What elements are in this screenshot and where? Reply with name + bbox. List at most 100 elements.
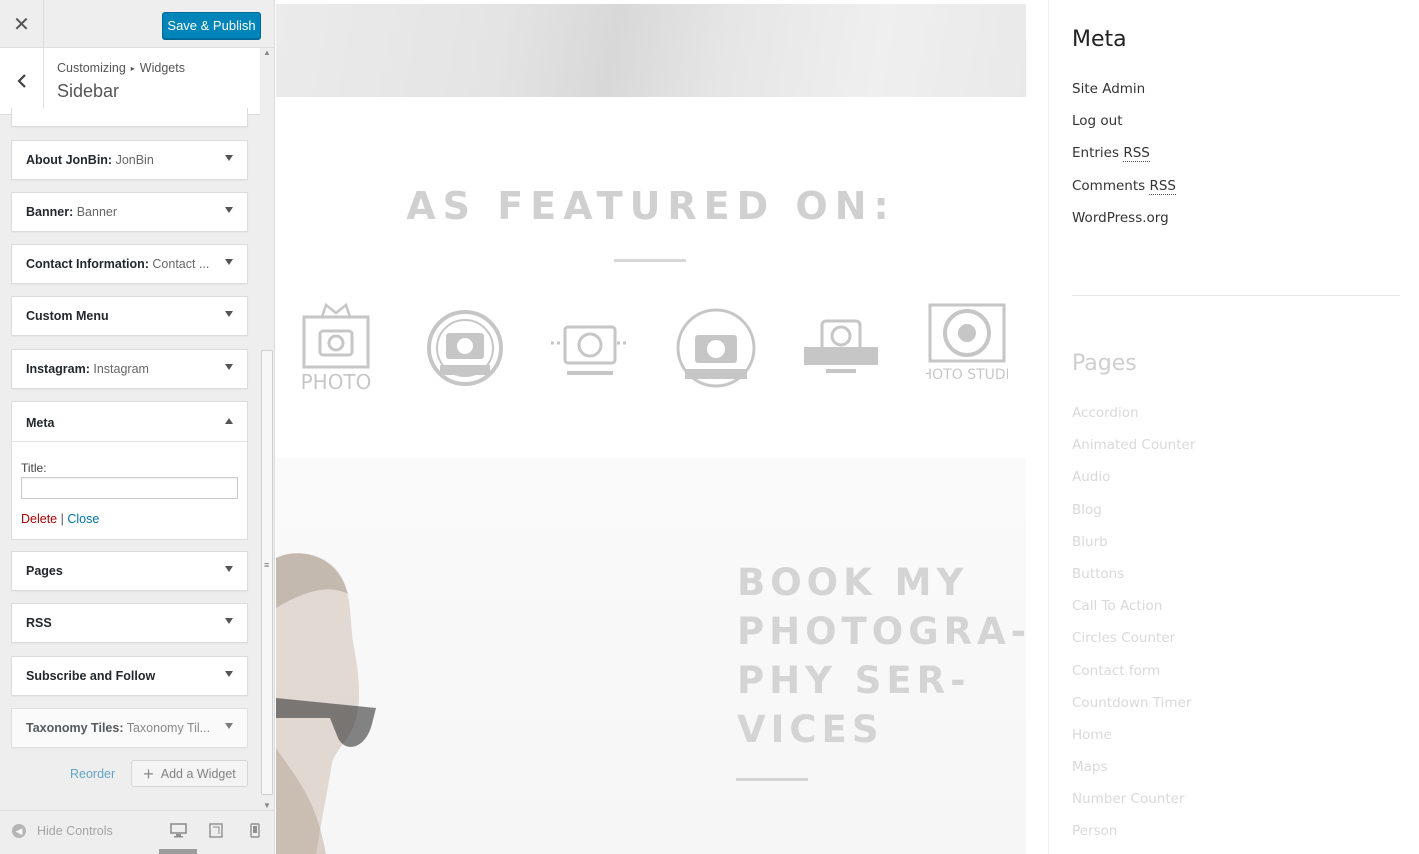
logo-caption: PHOTO (301, 370, 372, 393)
desktop-icon[interactable] (170, 823, 187, 838)
widget-instagram[interactable]: Instagram: Instagram (11, 349, 248, 389)
page-link[interactable]: Countdown Timer (1072, 695, 1195, 727)
widget-meta-expanded: Meta Title: Delete | Close (11, 401, 248, 540)
meta-widget-list: Site Admin Log out Entries RSS Comments … (1072, 81, 1177, 242)
widget-title: Instagram: Instagram (26, 362, 149, 376)
photo-studio-logo-icon: PHOTO STUDIO (926, 303, 1008, 383)
widget-meta-header[interactable]: Meta (12, 402, 247, 442)
triangle-down-icon (225, 207, 233, 213)
section-header: Customizing ▸ Widgets Sidebar (0, 48, 260, 115)
widget-about[interactable]: About JonBin: JonBin (11, 140, 248, 180)
meta-widget-title: Meta (1072, 27, 1127, 52)
widget-title: Pages (26, 564, 63, 578)
title-input[interactable] (21, 477, 238, 499)
widget-taxonomy-tiles[interactable]: Taxonomy Tiles: Taxonomy Til... (11, 708, 248, 748)
widget-banner[interactable]: Banner: Banner (11, 192, 248, 232)
page-link[interactable]: Audio (1072, 469, 1195, 501)
book-heading: BOOK MY PHOTOGRA- PHY SER- VICES (737, 561, 1032, 751)
section-title: Sidebar (57, 81, 120, 101)
collapse-icon: ◀ (12, 824, 26, 838)
close-icon: ✕ (13, 13, 30, 36)
widget-title: Meta (26, 416, 55, 430)
reorder-link[interactable]: Reorder (70, 767, 115, 781)
preview-sidebar: Meta Site Admin Log out Entries RSS Comm… (1048, 0, 1419, 854)
hide-controls-label: Hide Controls (37, 824, 113, 838)
add-widget-label: Add a Widget (160, 766, 236, 781)
widget-contact-information[interactable]: Contact Information: Contact ... (11, 244, 248, 284)
widget-title: Subscribe and Follow (26, 669, 156, 683)
triangle-down-icon (225, 311, 233, 317)
page-link[interactable]: Blog (1072, 502, 1195, 534)
featured-logos: PHOTO HOTO STUDI (298, 300, 1008, 395)
widget-title: Contact Information: Contact ... (26, 257, 210, 271)
tablet-icon[interactable] (209, 823, 223, 838)
widget-title: Banner: Banner (26, 205, 118, 219)
actions-separator: | (57, 512, 68, 526)
widget-divider (1072, 295, 1400, 296)
page-link[interactable]: Buttons (1072, 566, 1195, 598)
add-widget-button[interactable]: + Add a Widget (131, 760, 248, 787)
pages-widget-title: Pages (1072, 351, 1137, 376)
close-link[interactable]: Close (67, 512, 99, 526)
widget-rss[interactable]: RSS (11, 603, 248, 643)
meta-link-entries-rss[interactable]: Entries RSS (1072, 145, 1176, 177)
panel-scrollbar[interactable]: ▲ ≡ ▼ (260, 48, 274, 810)
meta-link-comments-rss[interactable]: Comments RSS (1072, 177, 1177, 210)
scroll-up-icon[interactable]: ▲ (263, 48, 271, 57)
back-button[interactable] (0, 48, 44, 114)
customizer-window: ✕ Save & Publish Customizing ▸ Widgets Sid… (0, 0, 1419, 854)
photography-logo-icon (804, 319, 879, 373)
active-device-indicator (159, 849, 197, 854)
triangle-down-icon (225, 364, 233, 370)
widget-title: Taxonomy Tiles: Taxonomy Til... (26, 721, 211, 735)
widget-title: About JonBin: JonBin (26, 153, 154, 167)
person-image (276, 553, 376, 854)
triangle-down-icon (225, 566, 233, 572)
page-link[interactable]: Home (1072, 727, 1195, 759)
triangle-down-icon (225, 155, 233, 161)
catch-logo-icon (676, 308, 756, 387)
page-link[interactable]: Blurb (1072, 534, 1195, 566)
featured-heading: AS FEATURED ON: (406, 184, 896, 228)
grip-icon: ≡ (264, 560, 270, 570)
badge-logo-icon (426, 309, 503, 386)
save-publish-button[interactable]: Save & Publish (162, 12, 261, 39)
meta-link-wordpress[interactable]: WordPress.org (1072, 210, 1176, 242)
hide-controls-button[interactable]: ◀ Hide Controls (12, 824, 113, 838)
widget-partial (11, 108, 248, 127)
site-preview: AS FEATURED ON: PHOTO HOTO STUDI BOOK MY… (276, 0, 1419, 854)
page-link[interactable]: Person (1072, 823, 1195, 854)
breadcrumb: Customizing ▸ Widgets (57, 61, 185, 75)
widget-actions: Delete | Close (21, 512, 99, 526)
page-link[interactable]: Contact form (1072, 663, 1195, 695)
widget-title: Custom Menu (26, 309, 109, 323)
meta-link-log-out[interactable]: Log out (1072, 113, 1176, 145)
heading-divider (614, 259, 686, 262)
hero-image (276, 4, 1026, 97)
page-link[interactable]: Call To Action (1072, 598, 1195, 630)
widget-subscribe-follow[interactable]: Subscribe and Follow (11, 656, 248, 696)
page-link[interactable]: Maps (1072, 759, 1195, 791)
page-link[interactable]: Accordion (1072, 405, 1195, 437)
widget-pages[interactable]: Pages (11, 551, 248, 591)
triangle-down-icon (225, 618, 233, 624)
meta-link-site-admin[interactable]: Site Admin (1072, 81, 1176, 113)
scrollbar-thumb[interactable]: ≡ (261, 350, 273, 795)
widget-custom-menu[interactable]: Custom Menu (11, 296, 248, 336)
triangle-up-icon (225, 418, 233, 424)
mobile-icon[interactable] (250, 823, 260, 838)
customizer-header: ✕ Save & Publish (0, 0, 274, 48)
page-link[interactable]: Number Counter (1072, 791, 1195, 823)
plus-icon: + (143, 763, 154, 784)
logo-caption: PHOTO STUDIO (926, 367, 1008, 383)
breadcrumb-parent: Widgets (139, 61, 185, 75)
delete-link[interactable]: Delete (21, 512, 57, 526)
photo-logo-icon: PHOTO (301, 302, 372, 393)
page-link[interactable]: Circles Counter (1072, 630, 1195, 662)
scroll-down-icon[interactable]: ▼ (263, 801, 271, 810)
close-customizer-button[interactable]: ✕ (0, 0, 44, 48)
breadcrumb-root: Customizing (57, 61, 126, 75)
title-label: Title: (21, 461, 47, 475)
book-divider (736, 778, 808, 781)
page-link[interactable]: Animated Counter (1072, 437, 1195, 469)
